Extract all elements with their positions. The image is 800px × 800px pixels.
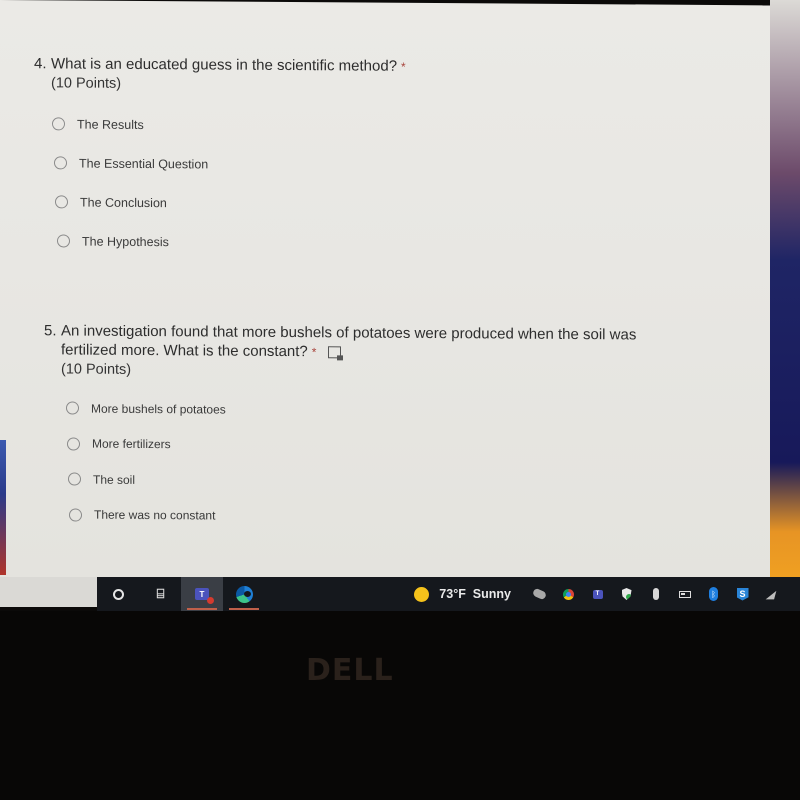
- background-window-edge: [0, 440, 6, 575]
- cortana-icon: [112, 588, 124, 600]
- answer-options: More bushels of potatoes More fertilizer…: [44, 390, 691, 537]
- option-label: More bushels of potatoes: [91, 401, 226, 417]
- option-label: The Results: [77, 117, 144, 132]
- wifi-icon[interactable]: ◢: [757, 584, 786, 604]
- question-4: 4. What is an educated guess in the scie…: [34, 54, 406, 263]
- option-label: There was no constant: [94, 507, 216, 523]
- option-label: The Essential Question: [79, 156, 209, 171]
- weather-condition: Sunny: [472, 587, 511, 601]
- desktop-wallpaper-edge: [770, 0, 800, 578]
- laptop-bezel: [0, 611, 800, 800]
- required-marker: *: [401, 59, 406, 74]
- option-label: More fertilizers: [92, 436, 171, 452]
- option-the-results[interactable]: The Results: [52, 104, 406, 145]
- option-more-bushels-of-potatoes[interactable]: More bushels of potatoes: [66, 390, 691, 430]
- taskbar-left-area: [0, 577, 97, 607]
- radio-button[interactable]: [66, 401, 79, 415]
- option-label: The Hypothesis: [82, 234, 169, 249]
- forms-page: 4. What is an educated guess in the scie…: [0, 0, 772, 584]
- question-text: What is an educated guess in the scienti…: [51, 55, 398, 75]
- option-more-fertilizers[interactable]: More fertilizers: [67, 426, 691, 466]
- option-the-hypothesis[interactable]: The Hypothesis: [57, 221, 406, 262]
- question-number: 4.: [34, 55, 47, 73]
- question-5: 5. An investigation found that more bush…: [44, 321, 691, 537]
- option-the-essential-question[interactable]: The Essential Question: [54, 143, 406, 184]
- system-tray: T ᛒ S ◢: [525, 584, 786, 604]
- radio-button[interactable]: [55, 195, 68, 209]
- taskbar-teams-button[interactable]: T: [181, 577, 223, 611]
- temperature: 73°F: [439, 587, 466, 601]
- question-number: 5.: [44, 322, 57, 340]
- teams-icon: T: [195, 588, 214, 604]
- bluetooth-icon[interactable]: ᛒ: [699, 584, 728, 604]
- radio-button[interactable]: [52, 117, 65, 131]
- taskbar-edge-button[interactable]: [223, 577, 265, 611]
- option-the-conclusion[interactable]: The Conclusion: [55, 182, 406, 223]
- teams-tray-icon[interactable]: T: [583, 584, 612, 604]
- radio-button[interactable]: [54, 156, 67, 170]
- option-label: The soil: [93, 472, 136, 487]
- weather-widget[interactable]: 73°F Sunny: [414, 586, 511, 602]
- radio-button[interactable]: [57, 234, 70, 248]
- radio-button[interactable]: [69, 508, 82, 522]
- dell-logo: DELL: [306, 653, 394, 688]
- battery-icon[interactable]: [670, 584, 699, 604]
- option-the-soil[interactable]: The soil: [68, 461, 691, 501]
- radio-button[interactable]: [68, 472, 81, 486]
- security-shield-icon[interactable]: [612, 584, 641, 604]
- sun-icon: [414, 586, 430, 602]
- radio-button[interactable]: [67, 437, 80, 451]
- notification-dot: [207, 597, 214, 604]
- taskbar-cortana-button[interactable]: [97, 577, 139, 611]
- question-title: 4. What is an educated guess in the scie…: [34, 54, 406, 77]
- question-points: (10 Points): [51, 75, 122, 92]
- chrome-icon[interactable]: [554, 584, 583, 604]
- microphone-icon[interactable]: [641, 584, 670, 604]
- running-indicator: [187, 608, 217, 610]
- screen: 4. What is an educated guess in the scie…: [0, 0, 800, 610]
- taskbar-task-view-button[interactable]: ⌸: [139, 577, 181, 611]
- answer-options: The Results The Essential Question The C…: [34, 104, 406, 263]
- s-app-icon[interactable]: S: [728, 584, 757, 604]
- taskbar: ⌸ T 73°F Sunny T ᛒ S ◢: [97, 577, 800, 611]
- option-there-was-no-constant[interactable]: There was no constant: [69, 497, 691, 537]
- option-label: The Conclusion: [80, 195, 167, 210]
- onedrive-offline-icon[interactable]: [525, 584, 554, 604]
- edge-icon: [235, 585, 253, 603]
- question-text: An investigation found that more bushels…: [61, 322, 637, 361]
- running-indicator: [229, 608, 259, 610]
- question-points: (10 Points): [61, 361, 132, 378]
- question-title: 5. An investigation found that more bush…: [44, 321, 691, 365]
- immersive-reader-icon[interactable]: [328, 346, 342, 359]
- required-marker: *: [311, 345, 317, 360]
- task-view-icon: ⌸: [156, 586, 165, 601]
